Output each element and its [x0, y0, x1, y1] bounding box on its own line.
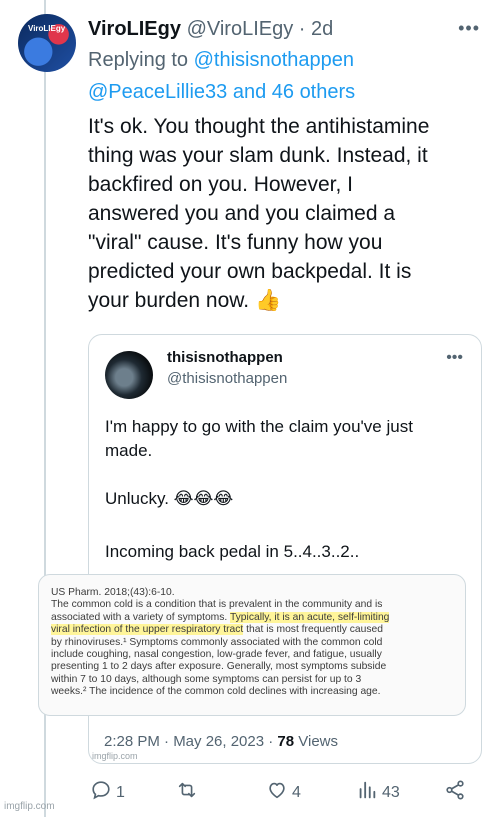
tweet-text-line: predicted your own backpedal. It is	[88, 260, 412, 283]
share-icon	[444, 779, 466, 806]
avatar-text: ViroLIEgy	[28, 24, 66, 33]
excerpt-text: that is most frequently caused	[243, 624, 383, 636]
tweet-time[interactable]: 2d	[311, 18, 333, 40]
quoted-text-line: made.	[105, 441, 153, 460]
quoted-display-name[interactable]: thisisnothappen	[167, 349, 283, 366]
excerpt-line: associated with a variety of symptoms. T…	[51, 611, 453, 624]
tweet-text-line: backfired on you. However, I	[88, 173, 353, 196]
quoted-views-label: Views	[294, 733, 339, 750]
like-button[interactable]: 4	[266, 779, 301, 806]
quoted-timestamp[interactable]: 2:28 PM · May 26, 2023 ·	[104, 733, 277, 750]
quoted-timestamp-row: 2:28 PM · May 26, 2023 · 78 Views	[104, 733, 338, 750]
avatar[interactable]: ViroLIEgy	[18, 14, 76, 72]
user-handle[interactable]: @ViroLIEgy	[187, 18, 294, 40]
retweet-button[interactable]	[176, 779, 202, 806]
share-button[interactable]	[444, 779, 466, 806]
excerpt-line: include coughing, nasal congestion, low-…	[51, 649, 382, 661]
excerpt-citation: US Pharm. 2018;(43):6-10.	[51, 587, 175, 598]
reply-button[interactable]: 1	[90, 779, 125, 806]
quoted-image-excerpt[interactable]: US Pharm. 2018;(43):6-10. The common col…	[38, 574, 466, 716]
views-count: 43	[382, 783, 400, 801]
analytics-icon	[356, 779, 378, 806]
tweet-body: It's ok. You thought the antihistamine t…	[88, 112, 488, 315]
quoted-views-count: 78	[277, 733, 295, 750]
inner-watermark: imgflip.com	[92, 751, 138, 761]
excerpt-highlight: viral infection of the upper respiratory…	[51, 624, 244, 636]
tweet-text-line: your burden now. 👍	[88, 289, 282, 312]
reply-count: 1	[116, 783, 125, 801]
excerpt-text: associated with a variety of symptoms.	[51, 611, 230, 623]
tweet-text-line: answered you and you claimed a	[88, 202, 396, 225]
reply-to-link-2[interactable]: @PeaceLillie33 and 46 others	[88, 81, 355, 103]
separator-dot: ·	[298, 18, 306, 40]
reply-icon	[90, 779, 112, 806]
tweet-header: ViroLIEgy @ViroLIEgy · 2d	[88, 16, 480, 42]
tweet-text-line: It's ok. You thought the antihistamine	[88, 115, 430, 138]
quoted-text-line: Incoming back pedal in 5..4..3..2..	[105, 542, 360, 561]
tweet-text-line: thing was your slam dunk. Instead, it	[88, 144, 428, 167]
replying-to-line-2: @PeaceLillie33 and 46 others	[88, 79, 355, 105]
quoted-user-handle[interactable]: @thisisnothappen	[167, 370, 287, 387]
watermark: imgflip.com	[4, 801, 55, 812]
replying-to-label: Replying to	[88, 49, 189, 71]
replying-to-line: Replying to @thisisnothappen	[88, 47, 354, 73]
reply-to-link-1[interactable]: @thisisnothappen	[194, 49, 354, 71]
display-name[interactable]: ViroLIEgy	[88, 18, 181, 40]
excerpt-highlight: Typically, it is an acute, self-limiting	[229, 611, 390, 623]
excerpt-line: within 7 to 10 days, although some sympt…	[51, 673, 362, 685]
tweet-text-line: "viral" cause. It's funny how you	[88, 231, 383, 254]
excerpt-line: by rhinoviruses.¹ Symptoms commonly asso…	[51, 636, 383, 648]
views-button[interactable]: 43	[356, 779, 400, 806]
more-options-icon[interactable]: •••	[458, 18, 480, 39]
excerpt-line: viral infection of the upper respiratory…	[51, 624, 453, 636]
like-count: 4	[292, 783, 301, 801]
quoted-text-line: I'm happy to go with the claim you've ju…	[105, 417, 413, 436]
retweet-icon	[176, 779, 198, 806]
excerpt-line: weeks.² The incidence of the common cold…	[51, 686, 381, 698]
excerpt-line: The common cold is a condition that is p…	[51, 599, 383, 611]
quoted-avatar[interactable]	[105, 351, 153, 399]
excerpt-line: presenting 1 to 2 days after exposure. G…	[51, 661, 387, 673]
quoted-text-line: Unlucky. 😂😂😂	[105, 489, 234, 508]
quoted-more-icon[interactable]: •••	[446, 349, 463, 367]
heart-icon	[266, 779, 288, 806]
